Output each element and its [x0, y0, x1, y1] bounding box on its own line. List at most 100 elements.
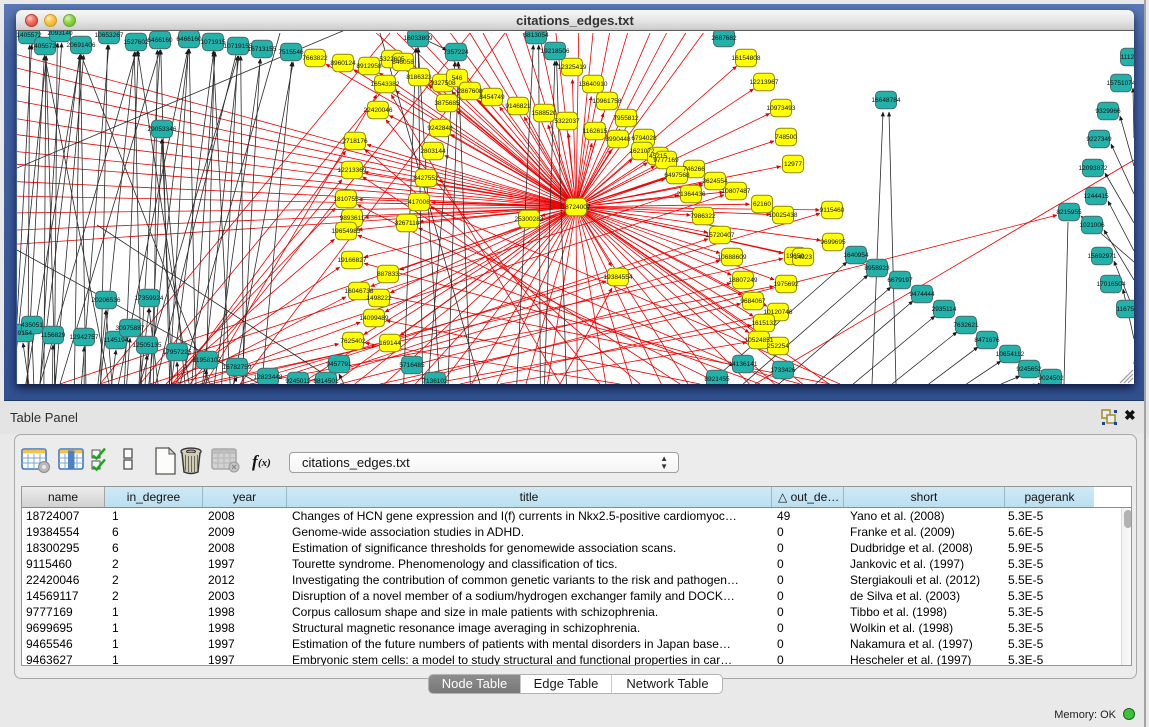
- svg-text:20691406: 20691406: [67, 42, 96, 49]
- svg-text:6794028: 6794028: [631, 135, 657, 142]
- svg-text:14055724: 14055724: [31, 43, 60, 50]
- svg-text:9245652: 9245652: [1016, 366, 1042, 373]
- svg-text:6497568: 6497568: [664, 172, 690, 179]
- svg-text:2935114: 2935114: [932, 306, 957, 313]
- svg-text:887833: 887833: [377, 271, 399, 278]
- svg-text:12325419: 12325419: [558, 64, 587, 71]
- svg-text:8912958: 8912958: [356, 63, 382, 70]
- svg-text:9474444: 9474444: [909, 291, 935, 298]
- svg-text:17016504: 17016504: [1097, 281, 1126, 288]
- svg-text:7515546: 7515546: [278, 49, 304, 56]
- svg-text:1021006: 1021006: [1079, 222, 1105, 229]
- svg-text:2803144: 2803144: [420, 148, 446, 155]
- svg-text:14923: 14923: [794, 254, 812, 261]
- svg-text:111245: 111245: [1121, 54, 1134, 61]
- svg-text:9893611: 9893611: [340, 215, 365, 222]
- svg-text:12213967: 12213967: [750, 79, 779, 86]
- svg-text:16154808: 16154808: [732, 55, 761, 62]
- svg-text:16033809: 16033809: [404, 35, 433, 42]
- svg-text:1244415: 1244415: [1083, 193, 1109, 200]
- svg-text:9245012: 9245012: [285, 378, 311, 384]
- svg-text:8958923: 8958923: [864, 265, 890, 272]
- svg-text:1156829: 1156829: [41, 332, 66, 339]
- svg-text:9777169: 9777169: [653, 157, 679, 164]
- svg-text:22420046: 22420046: [364, 107, 393, 114]
- svg-text:3624554: 3624554: [702, 178, 728, 185]
- svg-text:7357224: 7357224: [443, 49, 469, 56]
- svg-text:10120746: 10120746: [764, 309, 793, 316]
- svg-text:1498222: 1498222: [366, 295, 392, 302]
- svg-text:16543382: 16543382: [371, 81, 400, 88]
- svg-text:25300283: 25300283: [515, 216, 544, 223]
- svg-text:1405572: 1405572: [17, 32, 42, 39]
- svg-text:12505135: 12505135: [133, 342, 162, 349]
- svg-text:9329966: 9329966: [1095, 108, 1121, 115]
- svg-text:1071915: 1071915: [200, 39, 226, 46]
- svg-text:10654112: 10654112: [996, 351, 1025, 358]
- svg-text:19384554: 19384554: [604, 274, 633, 281]
- svg-text:9227349: 9227349: [1086, 136, 1112, 143]
- svg-text:8427552: 8427552: [413, 175, 439, 182]
- svg-text:17957225: 17957225: [163, 349, 192, 356]
- svg-text:29053346: 29053346: [148, 126, 177, 133]
- svg-text:8813054: 8813054: [523, 32, 549, 39]
- svg-text:12977: 12977: [784, 161, 802, 168]
- svg-text:6466160: 6466160: [176, 36, 202, 43]
- svg-text:169144: 169144: [379, 340, 401, 347]
- svg-text:8186323: 8186323: [406, 74, 432, 81]
- svg-text:2687682: 2687682: [711, 35, 737, 42]
- svg-text:3267110: 3267110: [395, 220, 420, 227]
- svg-text:1640954: 1640954: [843, 252, 869, 259]
- svg-text:7663822: 7663822: [302, 55, 328, 62]
- svg-text:116753: 116753: [1116, 306, 1134, 313]
- svg-text:13640910: 13640910: [579, 81, 608, 88]
- svg-text:7632621: 7632621: [953, 322, 979, 329]
- svg-text:8921455: 8921455: [704, 376, 730, 383]
- svg-text:39154: 39154: [17, 330, 32, 337]
- svg-text:1527602: 1527602: [123, 39, 149, 46]
- svg-text:7136102: 7136102: [422, 378, 448, 384]
- svg-text:8215955: 8215955: [1056, 209, 1082, 216]
- svg-text:10653267: 10653267: [95, 32, 124, 39]
- svg-text:19166827: 19166827: [338, 257, 367, 264]
- svg-text:10961758: 10961758: [593, 98, 622, 105]
- svg-text:1145194: 1145194: [104, 337, 129, 344]
- svg-text:5322037: 5322037: [554, 118, 580, 125]
- svg-text:7986322: 7986322: [690, 213, 716, 220]
- svg-text:748500: 748500: [775, 134, 797, 141]
- svg-text:11958107: 11958107: [193, 357, 222, 364]
- svg-text:10025438: 10025438: [769, 212, 798, 219]
- svg-text:1588520: 1588520: [531, 110, 557, 117]
- svg-text:19218506: 19218506: [541, 48, 570, 55]
- svg-text:2718176: 2718176: [342, 138, 368, 145]
- svg-text:16046738: 16046738: [345, 288, 374, 295]
- svg-text:12942757: 12942757: [70, 334, 99, 341]
- svg-text:8990448: 8990448: [605, 136, 631, 143]
- svg-text:17359924: 17359924: [135, 295, 164, 302]
- svg-text:10688609: 10688609: [718, 254, 747, 261]
- svg-text:14136141: 14136141: [729, 361, 758, 368]
- svg-text:12823448: 12823448: [254, 374, 283, 381]
- svg-text:1162615: 1162615: [583, 128, 608, 135]
- svg-text:21364436: 21364436: [677, 191, 706, 198]
- svg-text:7625402: 7625402: [340, 338, 366, 345]
- svg-text:1975692: 1975692: [773, 281, 799, 288]
- svg-text:546: 546: [452, 75, 463, 82]
- svg-text:10973493: 10973493: [767, 105, 796, 112]
- svg-text:9146821: 9146821: [505, 103, 531, 110]
- svg-text:16648784: 16648784: [872, 97, 901, 104]
- svg-text:7955812: 7955812: [613, 115, 639, 122]
- svg-text:417006: 417006: [408, 199, 430, 206]
- svg-text:252254: 252254: [767, 343, 789, 350]
- svg-text:20206536: 20206536: [92, 297, 121, 304]
- svg-text:1810755: 1810755: [333, 196, 359, 203]
- svg-text:435051: 435051: [21, 322, 43, 329]
- svg-text:8454749: 8454749: [479, 94, 505, 101]
- svg-text:6679197: 6679197: [887, 277, 913, 284]
- svg-text:846058: 846058: [392, 59, 414, 66]
- svg-text:15692971: 15692971: [1088, 253, 1117, 260]
- svg-text:8960124: 8960124: [330, 60, 356, 67]
- svg-text:16782759: 16782759: [223, 364, 252, 371]
- svg-text:18807249: 18807249: [729, 277, 758, 284]
- svg-text:3875685: 3875685: [434, 100, 460, 107]
